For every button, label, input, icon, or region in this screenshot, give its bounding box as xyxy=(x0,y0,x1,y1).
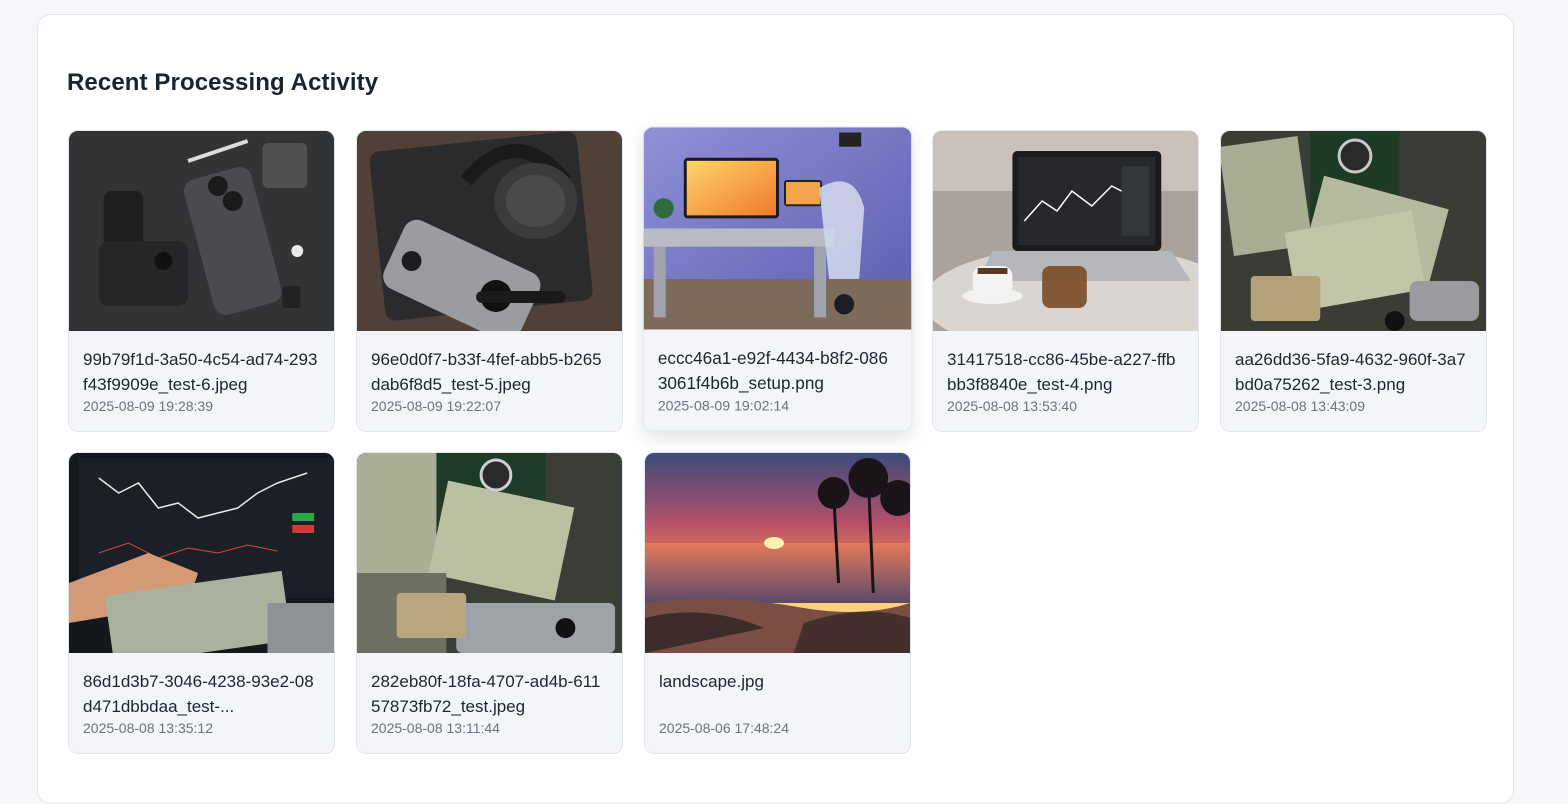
file-timestamp: 2025-08-08 13:11:44 xyxy=(371,720,500,736)
activity-card[interactable]: 99b79f1d-3a50-4c54-ad74-293f43f9909e_tes… xyxy=(68,130,335,432)
activity-grid: 99b79f1d-3a50-4c54-ad74-293f43f9909e_tes… xyxy=(68,126,1487,754)
file-timestamp: 2025-08-09 19:28:39 xyxy=(83,398,213,414)
file-name: eccc46a1-e92f-4434-b8f2-0863061f4b6b_set… xyxy=(657,348,888,394)
camera-phone-flatlay-image xyxy=(69,131,334,331)
file-name: 86d1d3b7-3046-4238-93e2-08d471dbbdaa_tes… xyxy=(83,672,314,716)
file-timestamp: 2025-08-09 19:22:07 xyxy=(371,398,501,414)
activity-card[interactable]: 31417518-cc86-45be-a227-ffbbb3f8840e_tes… xyxy=(932,130,1199,432)
trading-chart-cash-image xyxy=(69,453,334,653)
activity-card[interactable]: 86d1d3b7-3046-4238-93e2-08d471dbbdaa_tes… xyxy=(68,452,335,754)
cash-watch-image xyxy=(1221,131,1486,331)
headphones-phone-watch-image xyxy=(357,131,622,331)
cash-watch-card-image xyxy=(357,453,622,653)
desk-setup-image xyxy=(643,127,912,330)
recent-activity-panel: Recent Processing Activity 99b79f1d-3a50… xyxy=(37,14,1514,804)
file-name: 31417518-cc86-45be-a227-ffbbb3f8840e_tes… xyxy=(947,350,1176,394)
file-timestamp: 2025-08-08 13:53:40 xyxy=(947,398,1077,414)
file-timestamp: 2025-08-08 13:43:09 xyxy=(1235,398,1365,414)
file-timestamp: 2025-08-09 19:02:14 xyxy=(657,397,790,414)
activity-card[interactable]: 282eb80f-18fa-4707-ad4b-61157873fb72_tes… xyxy=(356,452,623,754)
activity-card[interactable]: eccc46a1-e92f-4434-b8f2-0863061f4b6b_set… xyxy=(642,126,913,432)
activity-card[interactable]: landscape.jpg 2025-08-06 17:48:24 xyxy=(644,452,911,754)
section-title: Recent Processing Activity xyxy=(67,69,379,96)
file-name: landscape.jpg xyxy=(659,672,764,691)
file-name: 99b79f1d-3a50-4c54-ad74-293f43f9909e_tes… xyxy=(83,350,318,394)
file-name: 96e0d0f7-b33f-4fef-abb5-b265dab6f8d5_tes… xyxy=(371,350,602,394)
laptop-coffee-image xyxy=(933,131,1198,331)
file-timestamp: 2025-08-06 17:48:24 xyxy=(659,720,789,736)
sunset-landscape-image xyxy=(645,453,910,653)
activity-card[interactable]: aa26dd36-5fa9-4632-960f-3a7bd0a75262_tes… xyxy=(1220,130,1487,432)
file-name: aa26dd36-5fa9-4632-960f-3a7bd0a75262_tes… xyxy=(1235,350,1466,394)
activity-card[interactable]: 96e0d0f7-b33f-4fef-abb5-b265dab6f8d5_tes… xyxy=(356,130,623,432)
file-timestamp: 2025-08-08 13:35:12 xyxy=(83,720,213,736)
file-name: 282eb80f-18fa-4707-ad4b-61157873fb72_tes… xyxy=(371,672,601,716)
